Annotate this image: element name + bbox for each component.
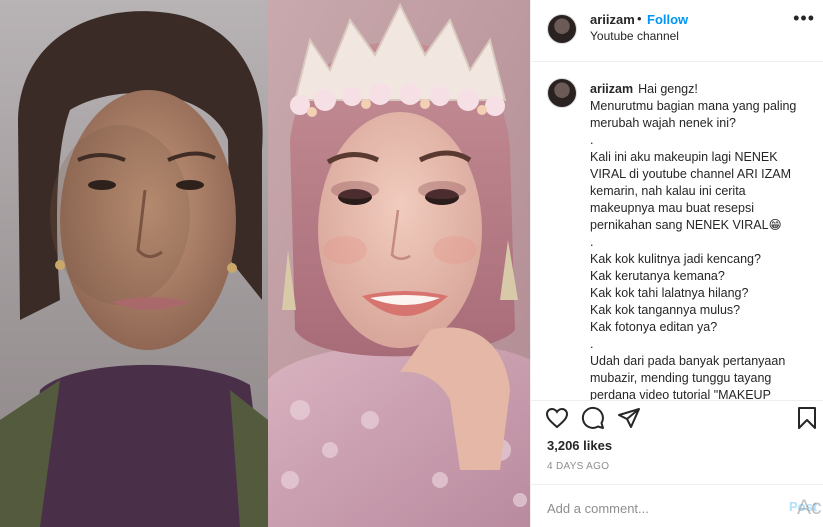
avatar[interactable] — [547, 14, 577, 44]
caption-username[interactable]: ariizam — [590, 82, 633, 96]
caption-avatar[interactable] — [547, 78, 577, 108]
post-author-username[interactable]: ariizam — [590, 12, 635, 27]
post-side-panel: ariizam • Follow Youtube channel ••• ari… — [531, 0, 823, 527]
caption-line: Hai gengz! — [638, 82, 698, 96]
caption-line: Kak kerutanya kemana? — [590, 269, 725, 283]
before-after-photo — [0, 0, 531, 527]
caption-line: Kak fotonya editan ya? — [590, 320, 718, 334]
caption-line: . — [590, 133, 594, 147]
caption-line: . — [590, 235, 594, 249]
bookmark-icon[interactable] — [796, 406, 818, 435]
caption-line: Kak kok tangannya mulus? — [590, 303, 741, 317]
like-count[interactable]: 3,206 likes — [547, 438, 612, 453]
post-timestamp[interactable]: 4 DAYS AGO — [547, 461, 609, 472]
caption-line: Kali ini aku makeupin lagi NENEK VIRAL d… — [590, 150, 795, 232]
caption-divider — [531, 400, 823, 401]
comment-icon[interactable] — [581, 406, 605, 435]
post-photo[interactable] — [0, 0, 531, 527]
post-comment-button[interactable]: Post — [789, 499, 817, 514]
caption-line: Kak kok kulitnya jadi kencang? — [590, 252, 761, 266]
comment-divider — [531, 484, 823, 485]
follow-button[interactable]: Follow — [647, 12, 688, 27]
more-icon[interactable]: ••• — [793, 8, 815, 29]
action-bar — [531, 404, 823, 434]
caption-scroll-area[interactable]: ariizam Hai gengz! Menurutmu bagian mana … — [531, 62, 823, 400]
heart-icon[interactable] — [545, 406, 569, 435]
caption-line: Kak kok tahi lalatnya hilang? — [590, 286, 749, 300]
share-icon[interactable] — [617, 406, 641, 435]
caption-line: Menurutmu bagian mana yang paling meruba… — [590, 99, 800, 130]
caption: ariizam Hai gengz! Menurutmu bagian mana … — [590, 81, 800, 400]
caption-line: . — [590, 337, 594, 351]
header-separator: • — [637, 11, 642, 26]
post-location[interactable]: Youtube channel — [590, 29, 679, 43]
comment-input[interactable] — [545, 496, 785, 520]
caption-line: Udah dari pada banyak pertanyaan mubazir… — [590, 354, 786, 400]
